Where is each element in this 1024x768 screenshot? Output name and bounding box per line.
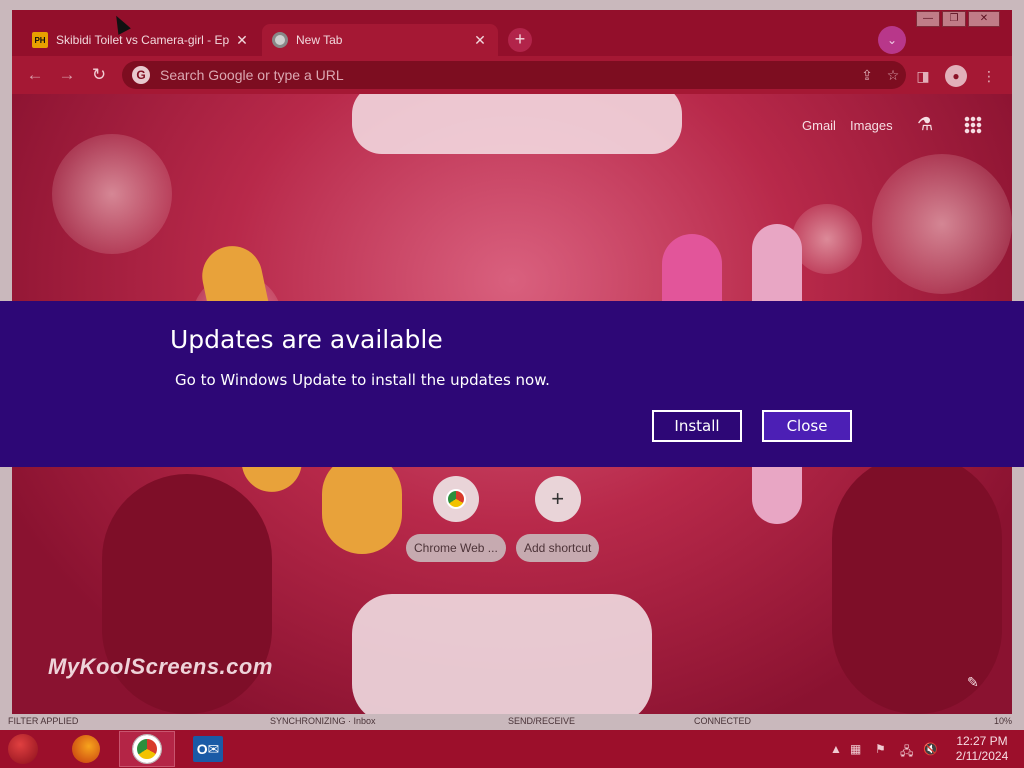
zoom-level: 10% (994, 716, 1013, 726)
taskbar-firefox[interactable] (58, 731, 114, 767)
flag-icon[interactable]: ⚑ (875, 742, 886, 756)
banner-message: Go to Windows Update to install the upda… (175, 371, 550, 389)
address-input[interactable] (160, 67, 854, 83)
tab-title: New Tab (296, 33, 343, 47)
window-close-button[interactable]: ✕ (968, 11, 1000, 27)
minimize-button[interactable]: — (916, 11, 940, 27)
clock-time: 12:27 PM (956, 734, 1008, 748)
banner-title: Updates are available (170, 325, 443, 354)
shortcut-label: Chrome Web ... (406, 534, 506, 562)
watermark-text: MyKoolScreens.com (48, 654, 273, 679)
bokeh-light (792, 204, 862, 274)
send-receive-status: SEND/RECEIVE (508, 716, 576, 726)
kebab-menu-icon[interactable]: ⋮ (978, 65, 1000, 87)
tab-close-icon[interactable]: ✕ (472, 32, 488, 49)
plus-icon: + (534, 476, 581, 522)
bokeh-light (872, 154, 1012, 294)
taskbar-outlook[interactable]: O✉ (180, 731, 236, 767)
close-button[interactable]: Close (762, 410, 852, 442)
gmail-link[interactable]: Gmail (802, 118, 836, 133)
tab-title: Skibidi Toilet vs Camera-girl - Ep (56, 33, 230, 47)
decorative-letters-year (352, 594, 652, 716)
restore-button[interactable]: ❐ (942, 11, 966, 27)
shortcut-add[interactable]: + Add shortcut (516, 476, 600, 562)
flask-icon[interactable]: ⚗ (917, 114, 933, 135)
decorative-letters-happy (352, 94, 682, 154)
new-tab-button[interactable]: + (508, 28, 532, 52)
apps-grid-icon[interactable] (964, 116, 982, 134)
chrome-web-store-icon (445, 489, 466, 509)
shortcut-icon-circle (432, 476, 479, 522)
action-center-icon[interactable]: ▦ (850, 742, 861, 756)
chrome-titlebar: PH Skibidi Toilet vs Camera-girl - Ep ✕ … (12, 10, 1012, 56)
start-button[interactable] (8, 734, 38, 764)
reload-icon[interactable]: ↻ (88, 64, 110, 86)
sync-status: SYNCHRONIZING · Inbox (270, 716, 376, 726)
shortcut-label: Add shortcut (516, 534, 600, 562)
forward-arrow-icon[interactable]: → (56, 64, 78, 86)
star-icon[interactable]: ☆ (880, 67, 906, 84)
install-button[interactable]: Install (652, 410, 742, 442)
shortcut-chrome-web-store[interactable]: Chrome Web ... (406, 476, 506, 562)
firefox-icon (72, 735, 100, 763)
bokeh-light (52, 134, 172, 254)
connection-status: CONNECTED (694, 716, 752, 726)
taskbar: O✉ ▲ ▦ ⚑ 🖧 🔇 12:27 PM 2/11/2024 (0, 730, 1024, 768)
filter-status: FILTER APPLIED (8, 716, 79, 726)
tab-new-tab[interactable]: New Tab ✕ (262, 24, 498, 56)
images-link[interactable]: Images (850, 118, 893, 133)
network-icon[interactable]: 🖧 (900, 742, 913, 763)
clock-date: 2/11/2024 (955, 749, 1009, 763)
tab-skibidi[interactable]: PH Skibidi Toilet vs Camera-girl - Ep ✕ (22, 24, 260, 56)
taskbar-chrome[interactable] (119, 731, 175, 767)
chrome-icon (132, 734, 162, 764)
outlook-icon: O✉ (193, 736, 223, 762)
tab-search-chevron-icon[interactable]: ⌄ (878, 26, 906, 54)
taskbar-clock[interactable]: 12:27 PM 2/11/2024 (950, 734, 1014, 764)
profile-icon[interactable]: ● (945, 65, 967, 87)
show-hidden-icons-icon[interactable]: ▲ (830, 742, 842, 756)
share-icon[interactable]: ⇪ (854, 67, 880, 84)
browser-toolbar: ← → ↻ G ⇪ ☆ ◨ ● ⋮ (12, 56, 1012, 94)
omnibox[interactable]: G ⇪ ☆ (122, 61, 906, 89)
side-panel-icon[interactable]: ◨ (912, 65, 934, 87)
pencil-icon[interactable]: ✎ (967, 674, 979, 691)
google-g-icon: G (132, 66, 150, 84)
chrome-favicon-icon (272, 32, 288, 48)
tab-close-icon[interactable]: ✕ (234, 32, 250, 49)
volume-muted-icon[interactable]: 🔇 (923, 742, 938, 756)
windows-update-banner: Updates are available Go to Windows Upda… (0, 301, 1024, 467)
back-arrow-icon[interactable]: ← (24, 64, 46, 86)
pornhub-favicon-icon: PH (32, 32, 48, 48)
decorative-letter (322, 454, 402, 554)
outlook-status-bar: FILTER APPLIED SYNCHRONIZING · Inbox SEN… (0, 714, 1024, 730)
